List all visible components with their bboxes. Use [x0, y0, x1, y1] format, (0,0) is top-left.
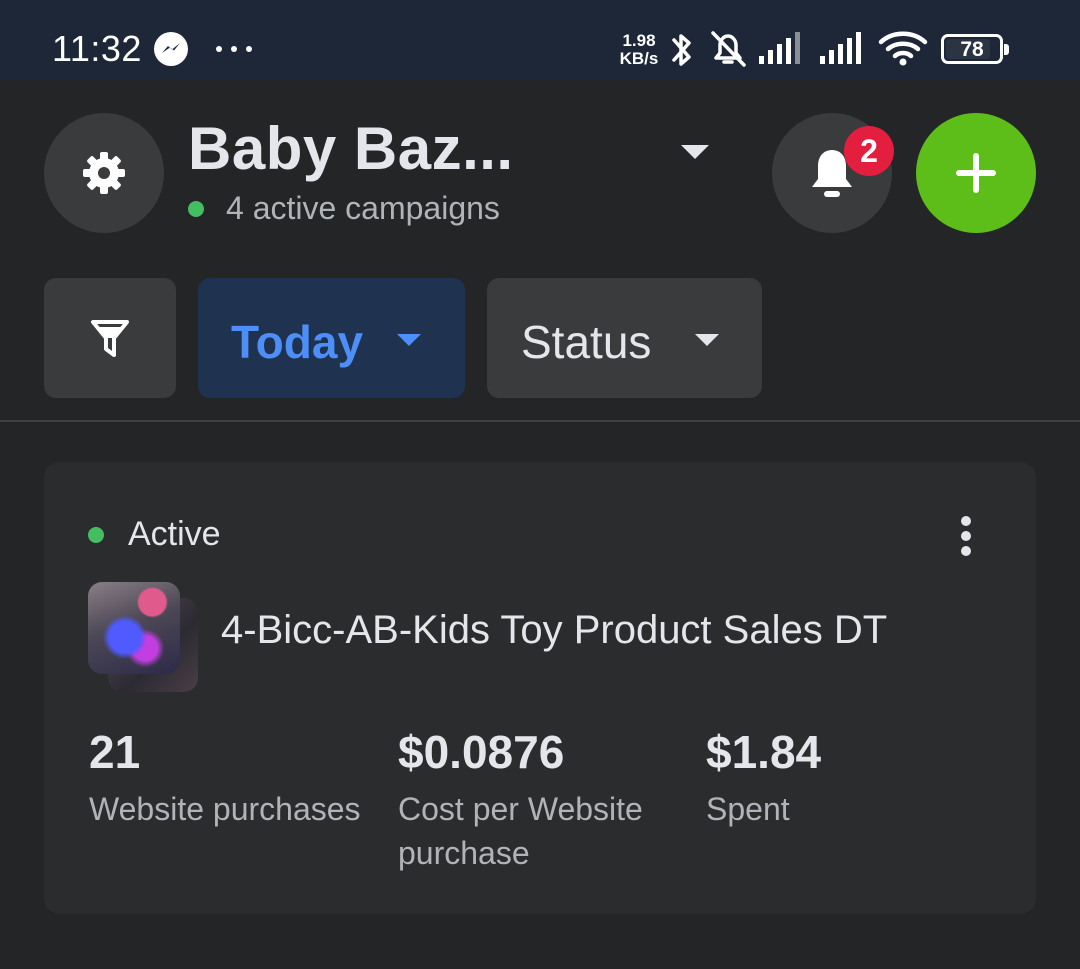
- create-campaign-button[interactable]: [916, 113, 1036, 233]
- status-filter-label: Status: [521, 316, 652, 368]
- metric-label: Website purchases: [89, 791, 361, 827]
- network-speed-unit: KB/s: [619, 49, 659, 68]
- filter-button[interactable]: [44, 278, 176, 398]
- account-name[interactable]: Baby Baz...: [188, 114, 514, 183]
- status-dropdown[interactable]: Status: [487, 278, 762, 398]
- notification-count-badge: 2: [844, 126, 894, 176]
- metric-spent: $1.84 Spent: [706, 725, 986, 831]
- divider: [0, 420, 1080, 422]
- bell-muted-icon: [711, 31, 746, 67]
- network-speed: 1.98 KB/s: [614, 32, 664, 68]
- wifi-icon: [878, 31, 928, 66]
- gear-icon: [83, 152, 125, 194]
- battery-icon: 78: [941, 34, 1009, 64]
- campaign-status-label: Active: [128, 515, 221, 553]
- active-status-dot: [188, 200, 204, 217]
- metric-value: $0.0876: [398, 726, 565, 778]
- active-status-dot: [88, 526, 104, 543]
- more-dots-icon: [216, 46, 256, 52]
- metric-website-purchases: 21 Website purchases: [89, 725, 389, 831]
- network-speed-value: 1.98: [622, 31, 656, 50]
- filter-icon: [91, 320, 129, 357]
- metric-label: Cost per Website purchase: [398, 791, 643, 871]
- active-campaigns-summary: 4 active campaigns: [188, 190, 500, 227]
- account-dropdown-icon[interactable]: [681, 145, 709, 159]
- signal-icon: [820, 32, 861, 64]
- chevron-down-icon: [695, 334, 719, 346]
- campaign-status: Active: [88, 515, 221, 554]
- date-range-dropdown[interactable]: Today: [198, 278, 465, 398]
- date-range-label: Today: [231, 316, 364, 368]
- bluetooth-icon: [672, 34, 691, 66]
- campaign-card[interactable]: Active 4-Bicc-AB-Kids Toy Product Sales …: [44, 462, 1036, 914]
- messenger-icon: [154, 32, 188, 66]
- campaign-name[interactable]: 4-Bicc-AB-Kids Toy Product Sales DT: [221, 608, 887, 653]
- metric-cost-per-purchase: $0.0876 Cost per Website purchase: [398, 725, 678, 875]
- active-campaigns-text: 4 active campaigns: [226, 190, 500, 226]
- status-bar: 11:32 1.98 KB/s 78: [0, 0, 1080, 80]
- settings-button[interactable]: [44, 113, 164, 233]
- signal-icon: [759, 32, 800, 64]
- status-time: 11:32: [52, 28, 142, 69]
- metric-label: Spent: [706, 791, 790, 827]
- metric-value: $1.84: [706, 726, 822, 778]
- ad-thumbnail: [88, 582, 180, 674]
- chevron-down-icon: [397, 334, 421, 346]
- more-options-icon[interactable]: [954, 516, 978, 556]
- metric-value: 21: [89, 726, 141, 778]
- battery-level: 78: [960, 38, 984, 61]
